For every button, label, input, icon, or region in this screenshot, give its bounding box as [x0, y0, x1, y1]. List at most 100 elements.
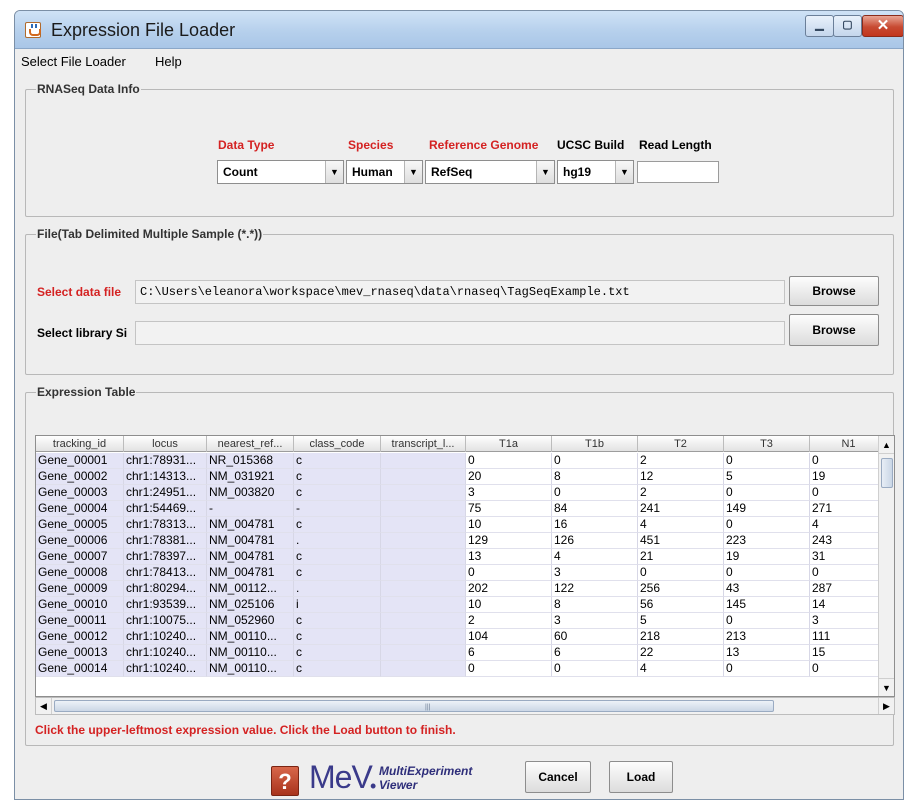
menu-select-file-loader[interactable]: Select File Loader [21, 54, 126, 69]
table-cell[interactable]: NM_00112... [207, 581, 294, 597]
table-cell[interactable]: 0 [638, 565, 724, 581]
table-cell[interactable]: 13 [724, 645, 810, 661]
table-cell[interactable]: c [294, 485, 381, 501]
table-cell[interactable]: 4 [810, 517, 888, 533]
table-cell[interactable]: 3 [466, 485, 552, 501]
table-row[interactable]: Gene_00007 chr1:78397... NM_004781 c 13 4 21 19… [36, 549, 888, 565]
table-cell[interactable]: 0 [466, 565, 552, 581]
scroll-thumb[interactable] [881, 458, 893, 488]
table-cell[interactable]: 126 [552, 533, 638, 549]
table-cell[interactable]: 0 [810, 565, 888, 581]
table-cell[interactable]: c [294, 613, 381, 629]
table-cell[interactable]: Gene_00002 [36, 469, 124, 485]
vertical-scrollbar[interactable]: ▲ ▼ [878, 436, 894, 696]
menu-help[interactable]: Help [155, 54, 182, 69]
table-cell[interactable]: 223 [724, 533, 810, 549]
help-icon[interactable]: ? [271, 766, 299, 796]
ucsc-build-select[interactable]: hg19 ▼ [557, 160, 634, 184]
table-cell[interactable]: 271 [810, 501, 888, 517]
table-cell[interactable]: chr1:78397... [124, 549, 207, 565]
table-cell[interactable]: . [294, 533, 381, 549]
table-cell[interactable]: chr1:78413... [124, 565, 207, 581]
table-row[interactable]: Gene_00009 chr1:80294... NM_00112.... 202 12… [36, 581, 888, 597]
table-cell[interactable]: c [294, 517, 381, 533]
table-cell[interactable]: Gene_00014 [36, 661, 124, 677]
table-cell[interactable]: c [294, 549, 381, 565]
table-cell[interactable]: NR_015368 [207, 453, 294, 469]
table-cell[interactable]: 0 [466, 453, 552, 469]
table-cell[interactable]: 243 [810, 533, 888, 549]
table-cell[interactable]: chr1:78381... [124, 533, 207, 549]
table-cell[interactable]: 104 [466, 629, 552, 645]
table-cell[interactable]: 19 [724, 549, 810, 565]
data-file-path-field[interactable]: C:\Users\eleanora\workspace\mev_rnaseq\d… [135, 280, 785, 304]
column-header[interactable]: tracking_id [36, 436, 124, 452]
table-cell[interactable] [381, 597, 466, 613]
table-cell[interactable]: 3 [810, 613, 888, 629]
table-row[interactable]: Gene_00010 chr1:93539... NM_025106 i 10 8 56 14… [36, 597, 888, 613]
table-cell[interactable]: chr1:78931... [124, 453, 207, 469]
scroll-up-arrow-icon[interactable]: ▲ [879, 436, 894, 454]
table-row[interactable]: Gene_00004 chr1:54469... - -75 84 241 149 271 [36, 501, 888, 517]
table-cell[interactable]: 0 [724, 517, 810, 533]
table-cell[interactable]: - [207, 501, 294, 517]
table-cell[interactable] [381, 661, 466, 677]
table-cell[interactable] [381, 549, 466, 565]
table-cell[interactable]: chr1:10240... [124, 661, 207, 677]
horizontal-scrollbar[interactable]: ◀ ||| ▶ [35, 697, 895, 715]
column-header[interactable]: N1 [810, 436, 888, 452]
table-cell[interactable]: 241 [638, 501, 724, 517]
table-cell[interactable]: 19 [810, 469, 888, 485]
title-bar[interactable]: Expression File Loader ▁ ▢ ✕ [15, 11, 903, 49]
table-cell[interactable]: Gene_00007 [36, 549, 124, 565]
table-cell[interactable]: 287 [810, 581, 888, 597]
table-cell[interactable]: 0 [552, 453, 638, 469]
table-cell[interactable]: Gene_00010 [36, 597, 124, 613]
table-cell[interactable]: c [294, 645, 381, 661]
table-row[interactable]: Gene_00011 chr1:10075... NM_052960 c 2 3 5 0 3 [36, 613, 888, 629]
table-cell[interactable]: chr1:24951... [124, 485, 207, 501]
table-cell[interactable]: NM_00110... [207, 629, 294, 645]
scroll-down-arrow-icon[interactable]: ▼ [879, 678, 894, 696]
table-cell[interactable]: NM_004781 [207, 533, 294, 549]
table-cell[interactable]: 129 [466, 533, 552, 549]
expression-table[interactable]: tracking_id locus nearest_ref... class_c… [35, 435, 895, 697]
table-row[interactable]: Gene_00003 chr1:24951... NM_003820 c 3 0 2 0 0 [36, 485, 888, 501]
table-cell[interactable]: Gene_00004 [36, 501, 124, 517]
table-row[interactable]: Gene_00013 chr1:10240... NM_00110... c 6 6 22 1… [36, 645, 888, 661]
table-cell[interactable]: c [294, 453, 381, 469]
table-cell[interactable]: 0 [724, 661, 810, 677]
load-button[interactable]: Load [609, 761, 673, 793]
table-cell[interactable]: 145 [724, 597, 810, 613]
column-header[interactable]: class_code [294, 436, 381, 452]
table-cell[interactable] [381, 485, 466, 501]
table-cell[interactable]: 0 [724, 613, 810, 629]
table-cell[interactable]: 8 [552, 597, 638, 613]
table-cell[interactable]: 202 [466, 581, 552, 597]
browse-library-button[interactable]: Browse [789, 314, 879, 346]
data-type-select[interactable]: Count ▼ [217, 160, 344, 184]
table-cell[interactable]: 4 [638, 517, 724, 533]
table-cell[interactable]: c [294, 469, 381, 485]
column-header[interactable]: transcript_l... [381, 436, 466, 452]
column-header[interactable]: T3 [724, 436, 810, 452]
table-cell[interactable] [381, 613, 466, 629]
scroll-right-arrow-icon[interactable]: ▶ [878, 698, 894, 714]
scroll-left-arrow-icon[interactable]: ◀ [36, 698, 52, 714]
table-cell[interactable]: chr1:10075... [124, 613, 207, 629]
table-cell[interactable]: chr1:14313... [124, 469, 207, 485]
table-cell[interactable]: 75 [466, 501, 552, 517]
table-row[interactable]: Gene_00006 chr1:78381... NM_004781. 129 126 4… [36, 533, 888, 549]
table-cell[interactable]: 3 [552, 565, 638, 581]
scroll-thumb[interactable]: ||| [54, 700, 774, 712]
table-cell[interactable] [381, 565, 466, 581]
table-cell[interactable]: Gene_00008 [36, 565, 124, 581]
table-row[interactable]: Gene_00014 chr1:10240... NM_00110... c 0 0 4 0 0 [36, 661, 888, 677]
species-select[interactable]: Human ▼ [346, 160, 423, 184]
table-cell[interactable]: Gene_00013 [36, 645, 124, 661]
maximize-button[interactable]: ▢ [833, 15, 862, 37]
table-cell[interactable]: Gene_00011 [36, 613, 124, 629]
table-cell[interactable]: NM_00110... [207, 661, 294, 677]
table-cell[interactable]: 0 [552, 485, 638, 501]
table-cell[interactable]: 4 [638, 661, 724, 677]
